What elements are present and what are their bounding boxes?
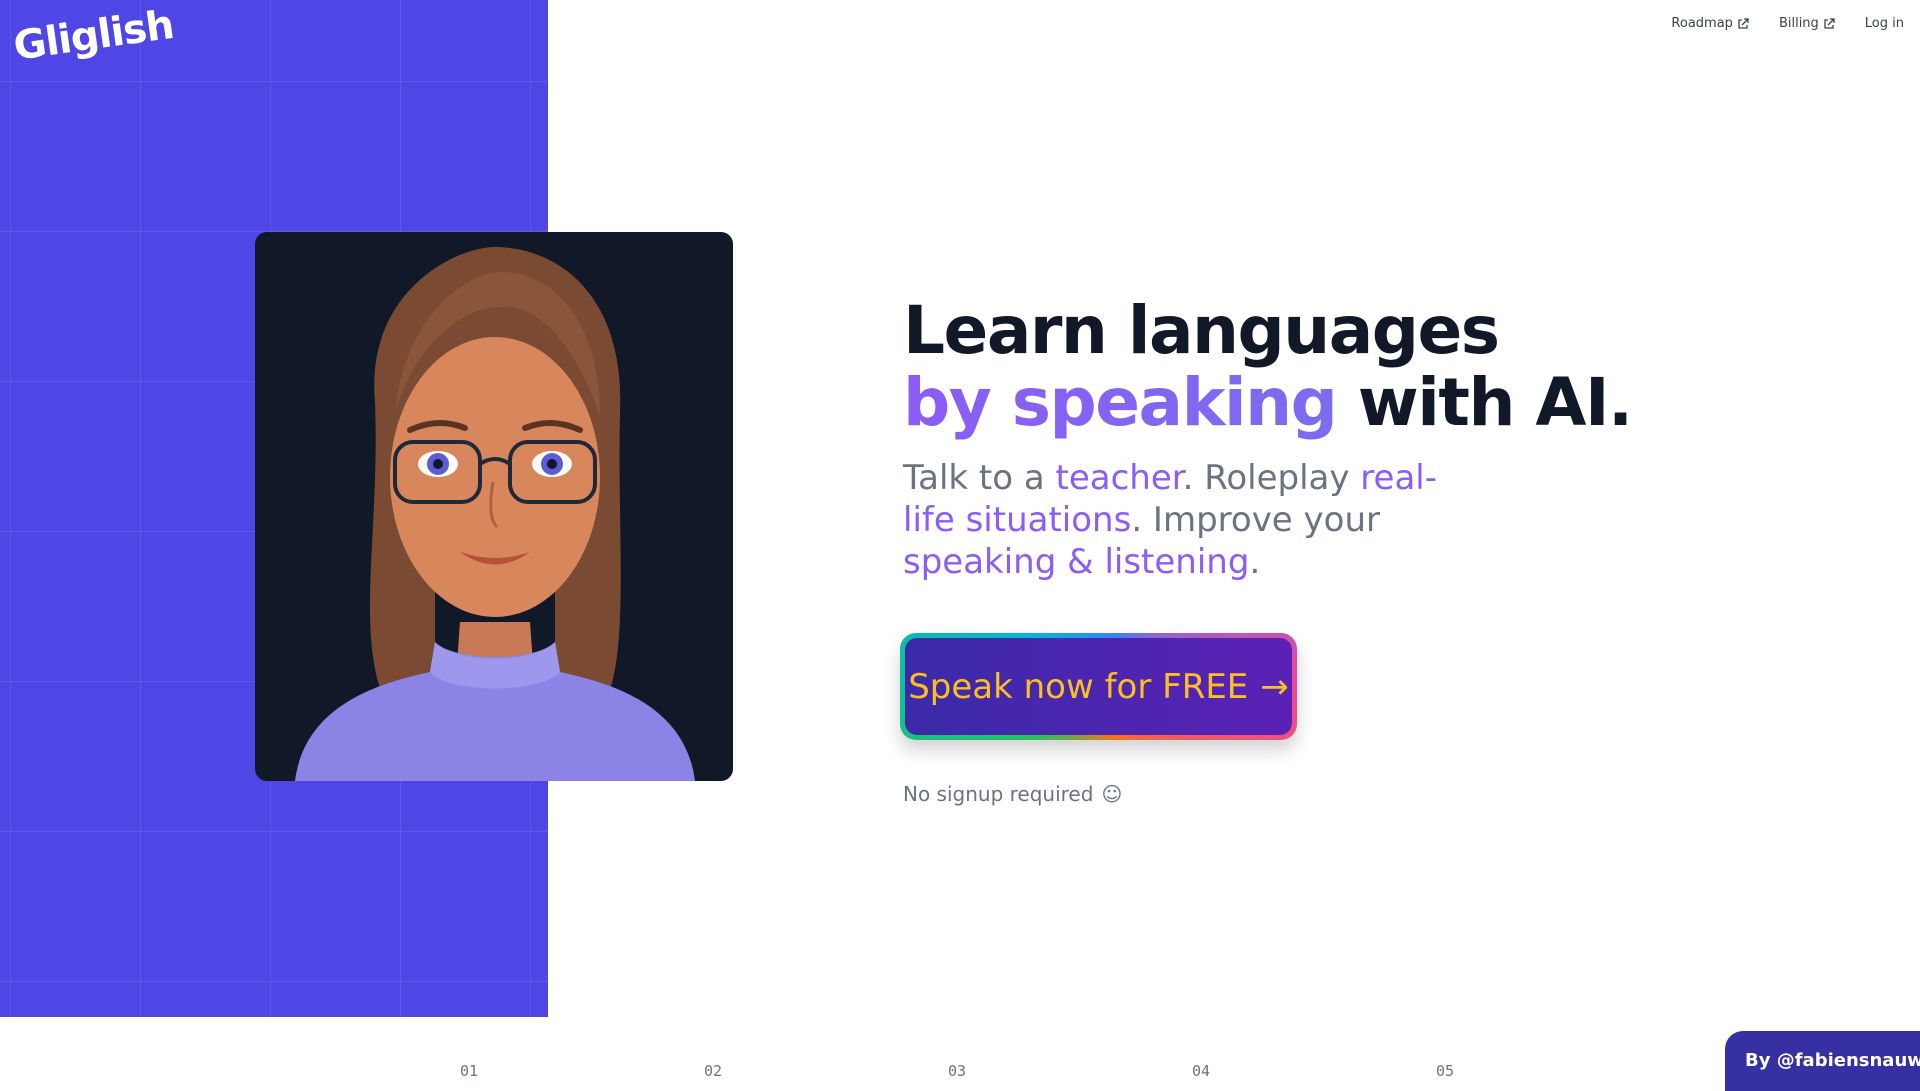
cta-border: Speak now for FREE → <box>900 633 1297 740</box>
sub-highlight-teacher: teacher <box>1055 458 1183 498</box>
step-marker: 04 <box>1192 1062 1211 1080</box>
nav-billing-label: Billing <box>1778 16 1819 31</box>
step-marker: 02 <box>704 1062 723 1080</box>
headline-line2-rest: with AI. <box>1336 364 1633 441</box>
step-marker: 01 <box>460 1062 479 1080</box>
headline: Learn languages by speaking with AI. <box>903 295 1683 439</box>
sub-text-3: . Improve your <box>1131 500 1380 540</box>
no-signup-text: No signup required <box>903 782 1094 806</box>
teacher-avatar-illustration <box>295 247 695 781</box>
external-link-icon <box>1738 17 1749 29</box>
nav-roadmap-link[interactable]: Roadmap <box>1671 16 1749 31</box>
no-signup-note: No signup required ☺ <box>903 782 1122 806</box>
headline-accent: by speaking <box>903 364 1338 441</box>
sub-text-1: Talk to a <box>903 458 1056 498</box>
sub-highlight-skills: speaking & listening <box>903 542 1250 582</box>
sub-text-4: . <box>1249 542 1261 582</box>
headline-line1: Learn languages <box>903 292 1500 369</box>
top-nav: Roadmap Billing Log in <box>1671 16 1904 31</box>
hero: Learn languages by speaking with AI. Tal… <box>903 295 1683 583</box>
nav-billing-link[interactable]: Billing <box>1779 16 1835 31</box>
author-credit-badge[interactable]: By @fabiensnauwaert <box>1725 1031 1920 1091</box>
teacher-avatar-image <box>255 232 733 781</box>
external-link-icon <box>1824 17 1835 29</box>
speak-now-label: Speak now for FREE <box>908 666 1249 707</box>
hero-subtitle: Talk to a teacher. Roleplay real-life si… <box>903 457 1463 583</box>
sub-text-2: . Roleplay <box>1182 458 1361 498</box>
step-marker: 05 <box>1436 1062 1455 1080</box>
step-marker: 03 <box>948 1062 967 1080</box>
nav-roadmap-label: Roadmap <box>1671 16 1733 31</box>
smiley-icon: ☺ <box>1101 782 1123 806</box>
nav-login-label: Log in <box>1864 16 1904 31</box>
arrow-right-icon: → <box>1260 666 1289 707</box>
speak-now-button[interactable]: Speak now for FREE → <box>905 638 1292 735</box>
nav-login-link[interactable]: Log in <box>1865 16 1904 31</box>
